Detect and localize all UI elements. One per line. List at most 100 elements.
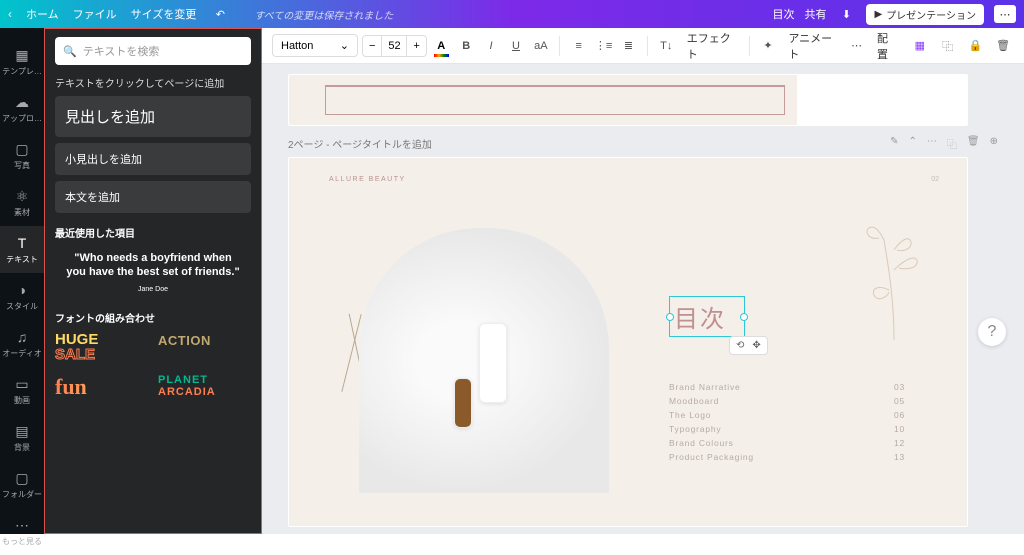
underline-button[interactable]: U	[506, 34, 527, 58]
selected-text-box[interactable]: 目次	[669, 296, 745, 337]
text-color-button[interactable]: A	[431, 34, 452, 58]
combo-huge-sale[interactable]: HUGE SALE	[55, 333, 148, 362]
canvas-area: Hatton ⌄ − 52 + A B I U aA ≡ ⋮≡ ≣ T↓ エフェ…	[262, 28, 1024, 534]
rail-label: テキスト	[6, 254, 38, 265]
title-text[interactable]: 目次	[674, 299, 726, 334]
video-icon: ▭	[13, 375, 31, 393]
search-input[interactable]: 🔍 テキストを検索	[55, 37, 251, 65]
quote-text: "Who needs a boyfriend when you have the…	[66, 252, 239, 278]
notes-icon[interactable]: ✎	[890, 136, 898, 151]
file-menu[interactable]: ファイル	[73, 6, 117, 22]
toc-button[interactable]: 目次	[772, 6, 794, 22]
share-button[interactable]: 共有	[804, 6, 826, 22]
help-button[interactable]: ?	[978, 318, 1006, 346]
add-subheading-button[interactable]: 小見出しを追加	[55, 143, 251, 175]
combo-action[interactable]: ACTION	[158, 333, 251, 362]
combo-text: PLANET	[158, 374, 208, 386]
play-icon: ▶	[874, 9, 882, 20]
page-1-thumb[interactable]	[288, 74, 968, 126]
case-button[interactable]: aA	[530, 34, 551, 58]
rail-photos[interactable]: ▢写真	[0, 132, 44, 179]
bold-button[interactable]: B	[456, 34, 477, 58]
effects-button[interactable]: エフェクト	[681, 26, 741, 66]
add-page-icon[interactable]: ⊕	[990, 136, 998, 151]
add-body-button[interactable]: 本文を追加	[55, 181, 251, 213]
rail-more[interactable]: ⋯もっと見る	[0, 508, 44, 555]
delete-button[interactable]: 🗑	[992, 34, 1014, 58]
size-decrease[interactable]: −	[363, 36, 381, 56]
toolbar-more[interactable]: ⋯	[846, 34, 867, 58]
templates-icon: ▦	[13, 46, 31, 64]
spacing-button[interactable]: ≣	[618, 34, 639, 58]
home-button[interactable]: ホーム	[26, 6, 59, 22]
rail-label: 背景	[14, 442, 30, 453]
position-button[interactable]: 配置	[871, 26, 903, 66]
font-size-input[interactable]: 52	[381, 36, 407, 56]
resize-button[interactable]: サイズを変更	[131, 6, 197, 22]
combo-planet[interactable]: PLANET ARCADIA	[158, 374, 251, 400]
rail-templates[interactable]: ▦テンプレ…	[0, 38, 44, 85]
toc-row[interactable]: Brand Colours12	[669, 436, 905, 450]
quote-author: Jane Doe	[65, 286, 241, 295]
download-icon[interactable]: ⬇	[836, 4, 856, 24]
italic-button[interactable]: I	[481, 34, 502, 58]
list-button[interactable]: ⋮≡	[593, 34, 614, 58]
font-name: Hatton	[281, 40, 313, 52]
rail-label: スタイル	[6, 301, 38, 312]
undo-icon[interactable]: ↶	[210, 4, 230, 24]
page-more-icon[interactable]: ⋯	[927, 136, 937, 151]
text-icon: T	[13, 234, 31, 252]
rail-audio[interactable]: ♫オーディオ	[0, 320, 44, 367]
rail-text[interactable]: T テキスト	[0, 226, 44, 273]
page-2-canvas[interactable]: ALLURE BEAUTY 02 目次 ⟲ ✥ Brand Narrat	[288, 157, 968, 527]
more-menu[interactable]: ⋯	[994, 5, 1016, 23]
rail-label: オーディオ	[2, 348, 41, 359]
rail-styles[interactable]: ◑スタイル	[0, 273, 44, 320]
transparency-button[interactable]: ▦	[909, 34, 931, 58]
lock-button[interactable]: 🔒	[965, 34, 987, 58]
combo-fun[interactable]: fun	[55, 374, 148, 400]
rail-label: 写真	[14, 160, 30, 171]
back-icon[interactable]: ‹	[8, 7, 12, 21]
save-status: すべての変更は保存されました	[254, 7, 393, 22]
bottle-amber	[454, 378, 472, 428]
rail-background[interactable]: ▤背景	[0, 414, 44, 461]
rail-uploads[interactable]: ☁アップロ…	[0, 85, 44, 132]
rail-video[interactable]: ▭動画	[0, 367, 44, 414]
toc-row[interactable]: The Logo06	[669, 408, 905, 422]
collapse-icon[interactable]: ⌃	[909, 136, 917, 151]
search-placeholder: テキストを検索	[83, 43, 160, 59]
font-select[interactable]: Hatton ⌄	[272, 34, 358, 57]
size-increase[interactable]: +	[407, 36, 425, 56]
toc-row[interactable]: Typography10	[669, 422, 905, 436]
move-icon[interactable]: ✥	[752, 340, 760, 351]
more-icon: ⋯	[13, 516, 31, 534]
search-icon: 🔍	[63, 45, 77, 58]
duplicate-icon[interactable]: ⟲	[736, 340, 744, 351]
rail-folders[interactable]: ▢フォルダー	[0, 461, 44, 508]
delete-page-icon[interactable]: 🗑	[967, 136, 980, 151]
copy-style-button[interactable]: ⿻	[937, 34, 959, 58]
combo-text: ARCADIA	[158, 386, 216, 398]
animate-button[interactable]: アニメート	[782, 26, 842, 66]
toc-row[interactable]: Brand Narrative03	[669, 380, 905, 394]
rail-elements[interactable]: ⚛素材	[0, 179, 44, 226]
add-heading-button[interactable]: 見出しを追加	[55, 96, 251, 137]
toc-row[interactable]: Product Packaging13	[669, 450, 905, 464]
page-title-input[interactable]: 2ページ - ページタイトルを追加	[288, 136, 432, 151]
brand-label: ALLURE BEAUTY	[329, 176, 406, 183]
rail-label: アップロ…	[2, 113, 42, 124]
recent-quote-item[interactable]: "Who needs a boyfriend when you have the…	[55, 248, 251, 298]
chevron-down-icon: ⌄	[340, 39, 349, 52]
page-1-image	[797, 75, 967, 125]
duplicate-page-icon[interactable]: ⿻	[947, 136, 957, 151]
rail-label: 素材	[14, 207, 30, 218]
present-button[interactable]: ▶ プレゼンテーション	[866, 4, 984, 25]
recent-section: 最近使用した項目	[55, 225, 251, 240]
align-button[interactable]: ≡	[568, 34, 589, 58]
pages-scroll[interactable]: 2ページ - ページタイトルを追加 ✎ ⌃ ⋯ ⿻ 🗑 ⊕ ALLURE BEA…	[262, 64, 1024, 534]
toc-row[interactable]: Moodboard05	[669, 394, 905, 408]
arch-image	[359, 228, 609, 493]
vertical-text-button[interactable]: T↓	[656, 34, 677, 58]
text-panel: 🔍 テキストを検索 テキストをクリックしてページに追加 見出しを追加 小見出しを…	[44, 28, 262, 534]
